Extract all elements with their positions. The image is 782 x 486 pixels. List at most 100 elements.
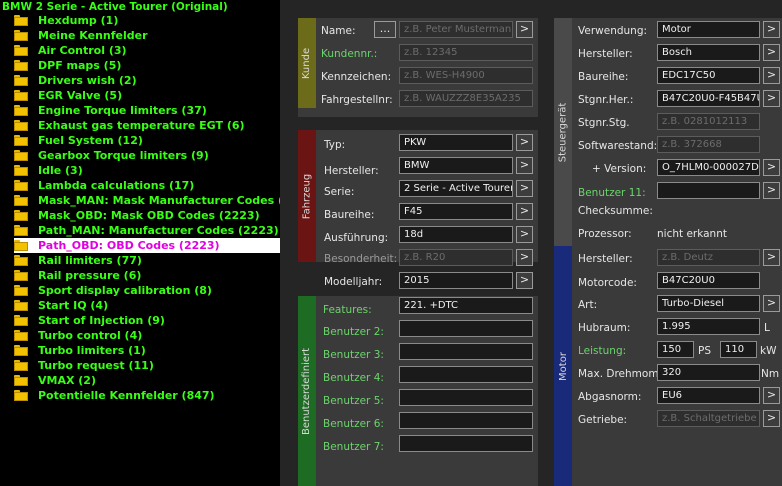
tree-item[interactable]: Idle (3) bbox=[14, 163, 280, 178]
tree-item[interactable]: Path_MAN: Manufacturer Codes (2223) bbox=[14, 223, 280, 238]
tree-item[interactable]: VMAX (2) bbox=[14, 373, 280, 388]
benutzer5-field[interactable] bbox=[399, 389, 533, 406]
tree-item[interactable]: Air Control (3) bbox=[14, 43, 280, 58]
motor-hersteller-arrow-button[interactable]: > bbox=[763, 249, 780, 266]
tree-item[interactable]: Exhaust gas temperature EGT (6) bbox=[14, 118, 280, 133]
benutzer3-field[interactable] bbox=[399, 343, 533, 360]
abgasnorm-label: Abgasnorm: bbox=[578, 391, 642, 403]
tree-item[interactable]: DPF maps (5) bbox=[14, 58, 280, 73]
tree-item-label: Air Control (3) bbox=[38, 44, 127, 57]
leistung-ps-field[interactable]: 150 bbox=[657, 341, 694, 358]
tree-item[interactable]: Hexdump (1) bbox=[14, 13, 280, 28]
motorcode-field[interactable]: B47C20U0 bbox=[657, 272, 760, 289]
stg-baureihe-arrow-button[interactable]: > bbox=[763, 67, 780, 84]
stg-baureihe-field[interactable]: EDC17C50 bbox=[657, 67, 760, 84]
tree-item[interactable]: EGR Valve (5) bbox=[14, 88, 280, 103]
stg-hersteller-field[interactable]: Bosch bbox=[657, 44, 760, 61]
typ-field[interactable]: PKW bbox=[399, 134, 513, 151]
prozessor-label: Prozessor: bbox=[578, 228, 632, 240]
kennzeichen-field[interactable]: z.B. WES-H4900 bbox=[399, 67, 533, 84]
prozessor-value: nicht erkannt bbox=[657, 228, 727, 240]
fahrzeug-title: Fahrzeug bbox=[301, 173, 313, 219]
steuergeraet-title: Steuergerät bbox=[557, 102, 569, 162]
tree-item[interactable]: Rail limiters (77) bbox=[14, 253, 280, 268]
folder-icon bbox=[14, 390, 28, 401]
ausfuehrung-label: Ausführung: bbox=[324, 232, 389, 244]
hubraum-label: Hubraum: bbox=[578, 322, 631, 334]
stgnr-stg-field[interactable]: z.B. 0281012113 bbox=[657, 113, 760, 130]
tree-item[interactable]: Fuel System (12) bbox=[14, 133, 280, 148]
tree-item[interactable]: Start of Injection (9) bbox=[14, 313, 280, 328]
benutzer4-field[interactable] bbox=[399, 366, 533, 383]
serie-field[interactable]: 2 Serie - Active Tourer bbox=[399, 180, 513, 197]
folder-icon bbox=[14, 255, 28, 266]
features-field[interactable]: 221. +DTC bbox=[399, 297, 533, 314]
tree-item[interactable]: Rail pressure (6) bbox=[14, 268, 280, 283]
hubraum-field[interactable]: 1.995 bbox=[657, 318, 760, 335]
tree-item[interactable]: Engine Torque limiters (37) bbox=[14, 103, 280, 118]
tree-item[interactable]: Start IQ (4) bbox=[14, 298, 280, 313]
motor-hersteller-field[interactable]: z.B. Deutz bbox=[657, 249, 760, 266]
serie-arrow-button[interactable]: > bbox=[516, 180, 533, 197]
tree-item[interactable]: Mask_OBD: Mask OBD Codes (2223) bbox=[14, 208, 280, 223]
typ-arrow-button[interactable]: > bbox=[516, 134, 533, 151]
tree-item[interactable]: Path_OBD: OBD Codes (2223) bbox=[14, 238, 280, 253]
tree-item[interactable]: Meine Kennfelder bbox=[14, 28, 280, 43]
benutzer6-field[interactable] bbox=[399, 412, 533, 429]
name-arrow-button[interactable]: > bbox=[516, 21, 533, 38]
tree-item[interactable]: Potentielle Kennfelder (847) bbox=[14, 388, 280, 403]
kundennr-field[interactable]: z.B. 12345 bbox=[399, 44, 533, 61]
benutzer4-label: Benutzer 4: bbox=[323, 372, 384, 384]
name-browse-button[interactable]: ... bbox=[374, 21, 396, 38]
getriebe-arrow-button[interactable]: > bbox=[763, 410, 780, 427]
baureihe-arrow-button[interactable]: > bbox=[516, 203, 533, 220]
tree-item[interactable]: Sport display calibration (8) bbox=[14, 283, 280, 298]
name-field[interactable]: z.B. Peter Mustermann bbox=[399, 21, 513, 38]
folder-icon bbox=[14, 195, 28, 206]
fahrgestellnr-field[interactable]: z.B. WAUZZZ8E35A235 bbox=[399, 90, 533, 107]
abgasnorm-field[interactable]: EU6 bbox=[657, 387, 760, 404]
stg-hersteller-arrow-button[interactable]: > bbox=[763, 44, 780, 61]
hersteller-arrow-button[interactable]: > bbox=[516, 157, 533, 174]
stgnr-her-arrow-button[interactable]: > bbox=[763, 90, 780, 107]
stgnr-her-label: Stgnr.Her.: bbox=[578, 94, 634, 106]
modelljahr-arrow-button[interactable]: > bbox=[516, 272, 533, 289]
tree-item[interactable]: Lambda calculations (17) bbox=[14, 178, 280, 193]
drehmom-field[interactable]: 320 bbox=[657, 364, 760, 381]
stg-hersteller-label: Hersteller: bbox=[578, 48, 633, 60]
abgasnorm-arrow-button[interactable]: > bbox=[763, 387, 780, 404]
ausfuehrung-field[interactable]: 18d bbox=[399, 226, 513, 243]
typ-label: Typ: bbox=[324, 139, 346, 151]
benutzer11-field[interactable] bbox=[657, 182, 760, 199]
map-tree[interactable]: BMW 2 Serie - Active Tourer (Original) H… bbox=[0, 0, 280, 486]
getriebe-field[interactable]: z.B. Schaltgetriebe bbox=[657, 410, 760, 427]
tree-item-label: Turbo limiters (1) bbox=[38, 344, 146, 357]
hersteller-field[interactable]: BMW bbox=[399, 157, 513, 174]
benutzer-title: Benutzerdefiniert bbox=[301, 347, 313, 435]
tree-root[interactable]: BMW 2 Serie - Active Tourer (Original) bbox=[2, 0, 228, 14]
art-field[interactable]: Turbo-Diesel bbox=[657, 295, 760, 312]
besonderheit-field[interactable]: z.B. R20 bbox=[399, 249, 513, 266]
stgnr-her-field[interactable]: B47C20U0-F45B47U bbox=[657, 90, 760, 107]
tree-item[interactable]: Mask_MAN: Mask Manufacturer Codes (222 bbox=[14, 193, 280, 208]
version-field[interactable]: O_7HLM0-000027D bbox=[657, 159, 760, 176]
tree-item[interactable]: Gearbox Torque limiters (9) bbox=[14, 148, 280, 163]
modelljahr-label: Modelljahr: bbox=[324, 276, 383, 288]
version-arrow-button[interactable]: > bbox=[763, 159, 780, 176]
verwendung-arrow-button[interactable]: > bbox=[763, 21, 780, 38]
baureihe-field[interactable]: F45 bbox=[399, 203, 513, 220]
softwarestand-field[interactable]: z.B. 372668 bbox=[657, 136, 760, 153]
besonderheit-arrow-button[interactable]: > bbox=[516, 249, 533, 266]
modelljahr-field[interactable]: 2015 bbox=[399, 272, 513, 289]
ausfuehrung-arrow-button[interactable]: > bbox=[516, 226, 533, 243]
tree-item[interactable]: Turbo request (11) bbox=[14, 358, 280, 373]
benutzer11-arrow-button[interactable]: > bbox=[763, 182, 780, 199]
tree-item[interactable]: Drivers wish (2) bbox=[14, 73, 280, 88]
verwendung-field[interactable]: Motor bbox=[657, 21, 760, 38]
art-arrow-button[interactable]: > bbox=[763, 295, 780, 312]
benutzer2-field[interactable] bbox=[399, 320, 533, 337]
tree-item[interactable]: Turbo limiters (1) bbox=[14, 343, 280, 358]
leistung-kw-field[interactable]: 110 bbox=[720, 341, 757, 358]
tree-item[interactable]: Turbo control (4) bbox=[14, 328, 280, 343]
benutzer7-field[interactable] bbox=[399, 435, 533, 452]
